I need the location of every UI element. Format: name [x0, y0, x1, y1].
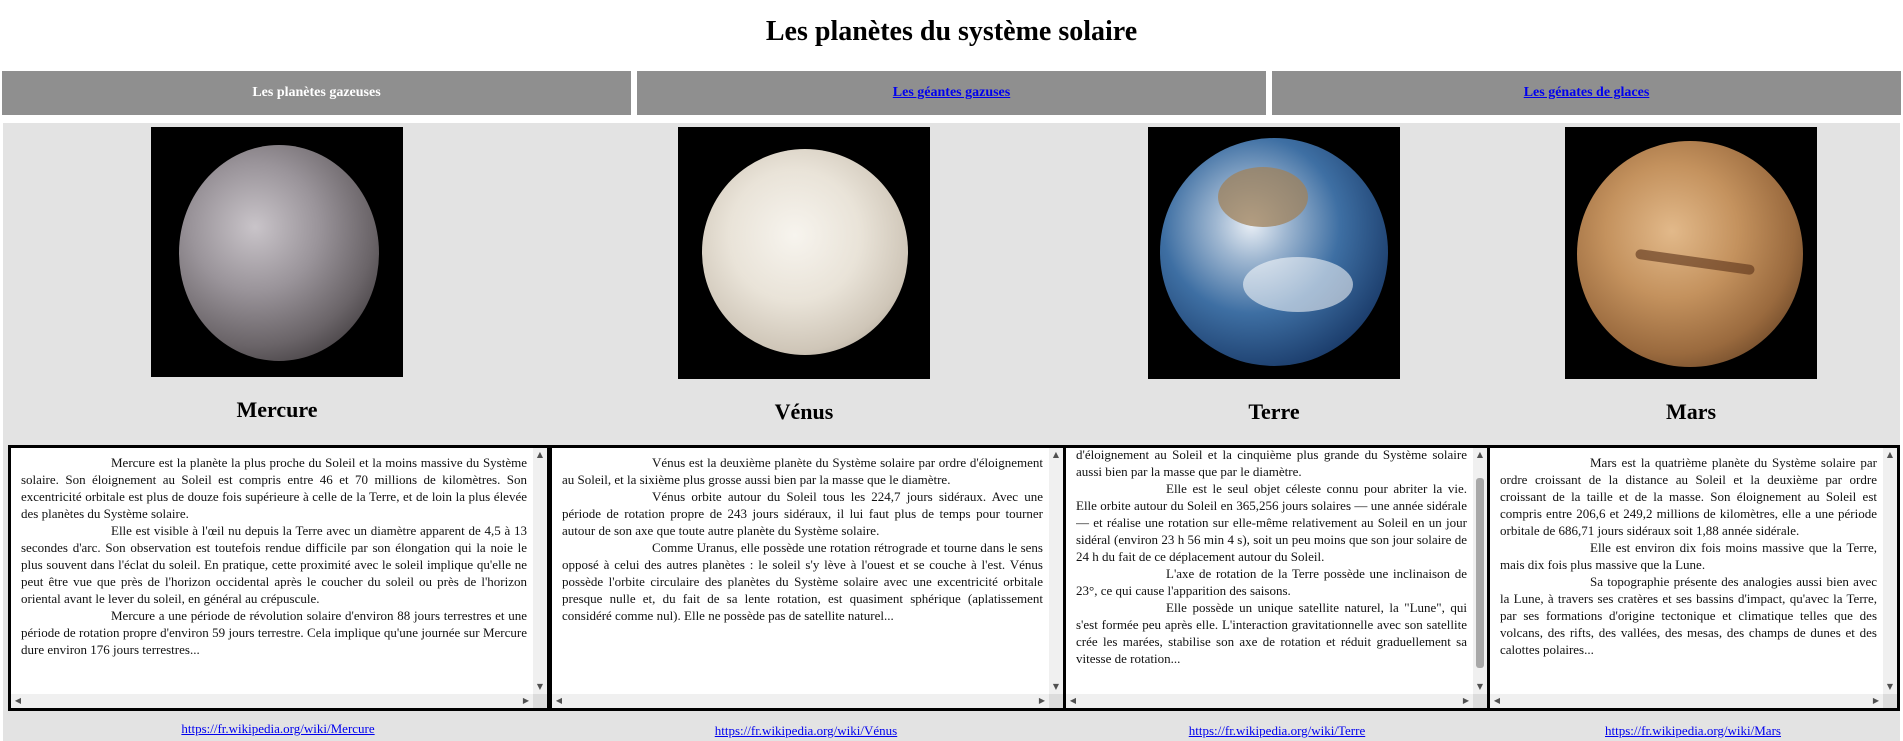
- wikipedia-link[interactable]: https://fr.wikipedia.org/wiki/Mars: [1568, 723, 1818, 739]
- planet-text-box[interactable]: d'éloignement au Soleil et la cinquième …: [1063, 445, 1490, 711]
- paragraph: Elle est environ dix fois moins massive …: [1500, 540, 1877, 572]
- planet-name: Mars: [1665, 399, 1717, 424]
- scroll-up-icon[interactable]: ▲: [1473, 451, 1487, 459]
- scroll-left-icon[interactable]: ◀: [552, 697, 566, 705]
- scroll-down-icon[interactable]: ▼: [533, 683, 547, 691]
- scroll-left-icon[interactable]: ◀: [11, 697, 25, 705]
- scroll-down-icon[interactable]: ▼: [1883, 683, 1897, 691]
- planet-description: Mercure est la planète la plus proche du…: [21, 454, 527, 692]
- horizontal-scrollbar[interactable]: ◀ ▶: [552, 694, 1049, 708]
- scroll-corner: [533, 694, 547, 708]
- scroll-up-icon[interactable]: ▲: [1049, 451, 1063, 459]
- horizontal-scrollbar[interactable]: ◀ ▶: [11, 694, 533, 708]
- scroll-right-icon[interactable]: ▶: [1869, 697, 1883, 705]
- paragraph: L'axe de rotation de la Terre possède un…: [1076, 566, 1467, 598]
- wikipedia-link[interactable]: https://fr.wikipedia.org/wiki/Mercure: [153, 721, 403, 737]
- tab-planetes-gazeuses[interactable]: Les planètes gazeuses: [2, 71, 631, 115]
- tab-label: Les planètes gazeuses: [252, 85, 381, 100]
- wikipedia-link[interactable]: https://fr.wikipedia.org/wiki/Terre: [1152, 723, 1402, 739]
- vertical-scrollbar[interactable]: ▲ ▼: [1049, 448, 1063, 694]
- horizontal-scrollbar[interactable]: ◀ ▶: [1490, 694, 1883, 708]
- tab-link[interactable]: Les géantes gazuses: [893, 85, 1010, 101]
- tab-geantes-glaces[interactable]: Les génates de glaces: [1272, 71, 1901, 115]
- scroll-up-icon[interactable]: ▲: [1883, 451, 1897, 459]
- tab-link[interactable]: Les génates de glaces: [1524, 85, 1650, 101]
- paragraph: Vénus orbite autour du Soleil tous les 2…: [562, 489, 1043, 538]
- paragraph: Elle possède un unique satellite naturel…: [1076, 600, 1467, 666]
- planet-image-venus: [678, 127, 930, 379]
- vertical-scrollbar[interactable]: ▲ ▼: [1883, 448, 1897, 694]
- planet-name: Terre: [1248, 399, 1300, 424]
- paragraph: Mars est la quatrième planète du Système…: [1500, 455, 1877, 538]
- planet-name: Vénus: [774, 399, 834, 424]
- planet-name: Mercure: [236, 397, 318, 422]
- scroll-right-icon[interactable]: ▶: [1035, 697, 1049, 705]
- scroll-down-icon[interactable]: ▼: [1473, 683, 1487, 691]
- planet-image-terre: [1148, 127, 1400, 379]
- planets-panel: Mercure Mercure est la planète la plus p…: [3, 123, 1900, 741]
- scroll-down-icon[interactable]: ▼: [1049, 683, 1063, 691]
- scroll-thumb[interactable]: [1476, 478, 1484, 668]
- planet-text-box[interactable]: Mercure est la planète la plus proche du…: [8, 445, 550, 711]
- planet-image-mercure: [151, 127, 403, 377]
- horizontal-scrollbar[interactable]: ◀ ▶: [1066, 694, 1473, 708]
- planet-description: Mars est la quatrième planète du Système…: [1500, 454, 1877, 692]
- scroll-left-icon[interactable]: ◀: [1490, 697, 1504, 705]
- paragraph: Sa topographie présente des analogies au…: [1500, 574, 1877, 657]
- paragraph: d'éloignement au Soleil et la cinquième …: [1076, 447, 1467, 479]
- scroll-right-icon[interactable]: ▶: [519, 697, 533, 705]
- scroll-corner: [1049, 694, 1063, 708]
- paragraph: Elle est visible à l'œil nu depuis la Te…: [21, 523, 527, 606]
- paragraph: Mercure a une période de révolution sola…: [21, 608, 527, 657]
- planet-description: d'éloignement au Soleil et la cinquième …: [1076, 447, 1467, 692]
- planet-text-box[interactable]: Mars est la quatrième planète du Système…: [1487, 445, 1900, 711]
- scroll-corner: [1473, 694, 1487, 708]
- paragraph: Comme Uranus, elle possède une rotation …: [562, 540, 1043, 623]
- planet-text-box[interactable]: Vénus est la deuxième planète du Système…: [549, 445, 1066, 711]
- vertical-scrollbar[interactable]: ▲ ▼: [1473, 448, 1487, 694]
- vertical-scrollbar[interactable]: ▲ ▼: [533, 448, 547, 694]
- paragraph: Mercure est la planète la plus proche du…: [21, 455, 527, 521]
- scroll-right-icon[interactable]: ▶: [1459, 697, 1473, 705]
- planet-description: Vénus est la deuxième planète du Système…: [562, 454, 1043, 692]
- page-title: Les planètes du système solaire: [765, 16, 1138, 47]
- planet-image-mars: [1565, 127, 1817, 379]
- paragraph: Vénus est la deuxième planète du Système…: [562, 455, 1043, 487]
- scroll-corner: [1883, 694, 1897, 708]
- wikipedia-link[interactable]: https://fr.wikipedia.org/wiki/Vénus: [681, 723, 931, 739]
- tab-geantes-gazeuses[interactable]: Les géantes gazuses: [637, 71, 1266, 115]
- scroll-up-icon[interactable]: ▲: [533, 451, 547, 459]
- scroll-left-icon[interactable]: ◀: [1066, 697, 1080, 705]
- paragraph: Elle est le seul objet céleste connu pou…: [1076, 481, 1467, 564]
